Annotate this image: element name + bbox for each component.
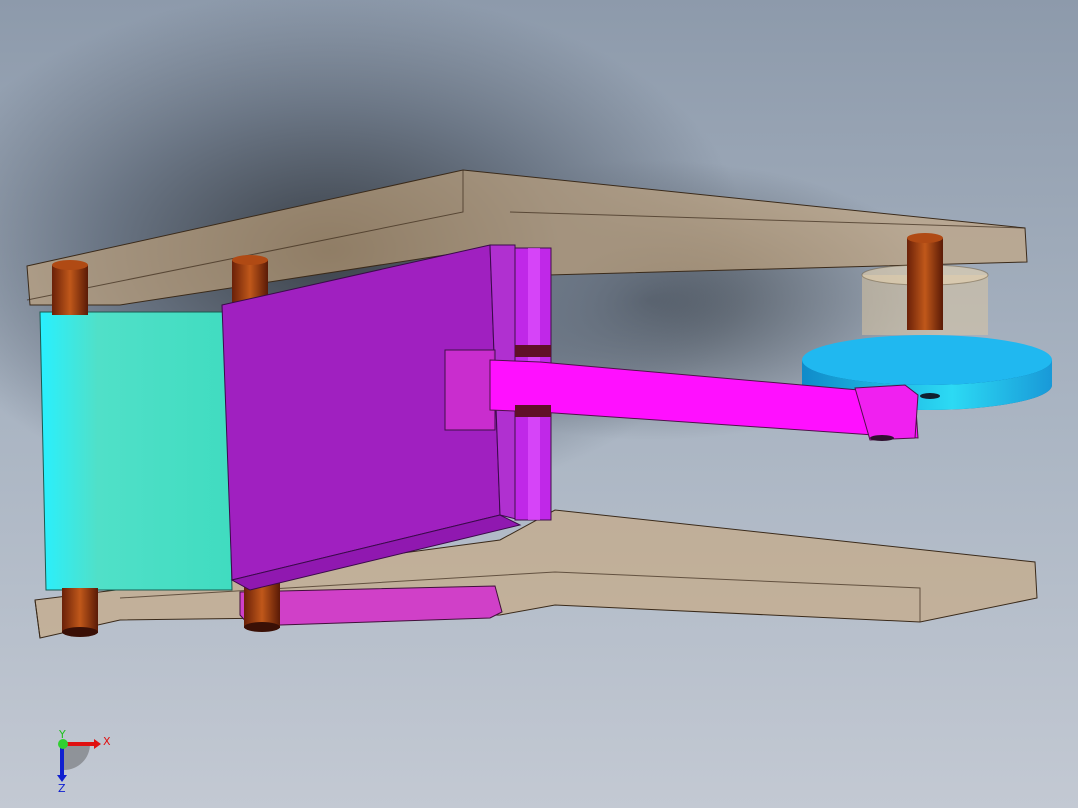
view-triad[interactable]: X Y Z xyxy=(57,728,111,795)
triad-y-label: Y xyxy=(58,728,66,741)
3d-viewport[interactable]: X Y Z xyxy=(0,0,1078,808)
cyan-block[interactable] xyxy=(39,311,233,591)
pin xyxy=(52,265,88,315)
pin xyxy=(907,238,943,330)
pin xyxy=(62,588,98,633)
triad-x-label: X xyxy=(103,735,111,748)
triad-z-label: Z xyxy=(58,782,66,795)
